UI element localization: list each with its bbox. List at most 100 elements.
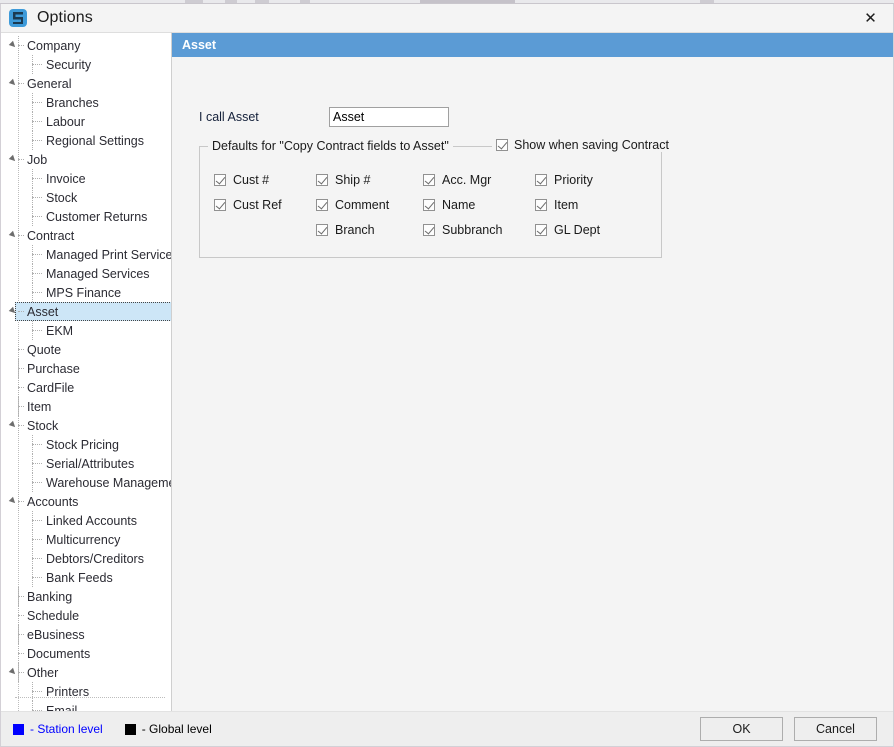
sidebar-item-regional-settings[interactable]: Regional Settings (1, 131, 171, 150)
sidebar-item-schedule[interactable]: Schedule (1, 606, 171, 625)
sidebar-item-documents[interactable]: Documents (1, 644, 171, 663)
sidebar-item-bank-feeds[interactable]: Bank Feeds (1, 568, 171, 587)
sidebar-item-ebusiness[interactable]: eBusiness (1, 625, 171, 644)
group-title: Defaults for "Copy Contract fields to As… (208, 139, 453, 153)
checkbox-cust-ref[interactable]: Cust Ref (214, 192, 316, 217)
sidebar-item-label: Company (27, 39, 81, 53)
sidebar-item-managed-services[interactable]: Managed Services (1, 264, 171, 283)
settings-tree[interactable]: Company Security General Branches Labour Regi… (1, 32, 172, 711)
sidebar-item-accounts[interactable]: Accounts (1, 492, 171, 511)
checkbox-box[interactable] (316, 224, 328, 236)
checkbox-box[interactable] (214, 174, 226, 186)
checkbox-box[interactable] (423, 174, 435, 186)
sidebar-item-item[interactable]: Item (1, 397, 171, 416)
sidebar-item-ekm[interactable]: EKM (1, 321, 171, 340)
tree-connector-dots (18, 311, 24, 312)
checkbox-cust[interactable]: Cust # (214, 167, 316, 192)
sidebar-item-job[interactable]: Job (1, 150, 171, 169)
sidebar-item-other[interactable]: Other (1, 663, 171, 682)
checkbox-subbranch[interactable]: Subbranch (423, 217, 535, 242)
asset-name-input[interactable] (329, 107, 449, 127)
defaults-checkbox-grid: Cust #Ship #Acc. MgrPriority Cust RefComm… (214, 167, 645, 242)
ok-button[interactable]: OK (700, 717, 783, 741)
tree-connector-dots (18, 615, 24, 616)
checkbox-item[interactable]: Item (535, 192, 645, 217)
sidebar-item-label: General (27, 77, 71, 91)
sidebar-item-stock-pricing[interactable]: Stock Pricing (1, 435, 171, 454)
sidebar-item-quote[interactable]: Quote (1, 340, 171, 359)
tree-connector-dots (32, 482, 42, 483)
sidebar-item-banking[interactable]: Banking (1, 587, 171, 606)
sidebar-item-mps-finance[interactable]: MPS Finance (1, 283, 171, 302)
checkbox-box[interactable] (423, 199, 435, 211)
sidebar-item-email[interactable]: Email (1, 701, 171, 711)
expander-triangle-icon[interactable] (9, 79, 17, 87)
checkbox-name[interactable]: Name (423, 192, 535, 217)
sidebar-item-cardfile[interactable]: CardFile (1, 378, 171, 397)
expander-triangle-icon[interactable] (9, 497, 17, 505)
expander-triangle-icon[interactable] (9, 668, 17, 676)
checkbox-box[interactable] (316, 199, 328, 211)
sidebar-item-stock[interactable]: Stock (1, 416, 171, 435)
tree-connector-dots (32, 463, 42, 464)
sidebar-item-managed-print-services[interactable]: Managed Print Services (1, 245, 171, 264)
expander-triangle-icon[interactable] (9, 231, 17, 239)
sidebar-item-label: Branches (46, 96, 99, 110)
expander-triangle-icon[interactable] (9, 421, 17, 429)
checkbox-box[interactable] (316, 174, 328, 186)
checkbox-box[interactable] (535, 174, 547, 186)
expander-triangle-icon[interactable] (9, 307, 17, 315)
sidebar-item-label: Bank Feeds (46, 571, 113, 585)
asset-name-row: I call Asset (199, 107, 449, 127)
checkbox-box[interactable] (496, 139, 508, 151)
tree-connector-dots (32, 121, 42, 122)
sidebar-item-label: Stock Pricing (46, 438, 119, 452)
sidebar-item-label: Regional Settings (46, 134, 144, 148)
expander-triangle-icon[interactable] (9, 41, 17, 49)
tree-connector-dots (32, 330, 42, 331)
sidebar-item-general[interactable]: General (1, 74, 171, 93)
checkbox-gl-dept[interactable]: GL Dept (535, 217, 645, 242)
show-when-saving-contract-checkbox[interactable]: Show when saving Contract (492, 138, 673, 152)
cancel-button[interactable]: Cancel (794, 717, 877, 741)
sidebar-item-stock[interactable]: Stock (1, 188, 171, 207)
sidebar-item-multicurrency[interactable]: Multicurrency (1, 530, 171, 549)
sidebar-item-security[interactable]: Security (1, 55, 171, 74)
tree-connector-dots (32, 254, 42, 255)
sidebar-item-labour[interactable]: Labour (1, 112, 171, 131)
sidebar-item-asset[interactable]: Asset (15, 302, 172, 321)
sidebar-item-label: Multicurrency (46, 533, 120, 547)
tree-connector-dots (18, 387, 24, 388)
sidebar-item-customer-returns[interactable]: Customer Returns (1, 207, 171, 226)
sidebar-item-serial-attributes[interactable]: Serial/Attributes (1, 454, 171, 473)
sidebar-item-warehouse-management[interactable]: Warehouse Management (1, 473, 171, 492)
sidebar-item-printers[interactable]: Printers (1, 682, 171, 701)
checkbox-box[interactable] (535, 199, 547, 211)
sidebar-item-label: Managed Print Services (46, 248, 172, 262)
checkbox-box[interactable] (423, 224, 435, 236)
sidebar-item-branches[interactable]: Branches (1, 93, 171, 112)
sidebar-item-company[interactable]: Company (1, 36, 171, 55)
tree-connector-dots (18, 45, 24, 46)
sidebar-item-debtors-creditors[interactable]: Debtors/Creditors (1, 549, 171, 568)
sidebar-item-linked-accounts[interactable]: Linked Accounts (1, 511, 171, 530)
legend-swatch (125, 724, 136, 735)
expander-triangle-icon[interactable] (9, 155, 17, 163)
sidebar-item-label: Stock (27, 419, 58, 433)
checkbox-box[interactable] (535, 224, 547, 236)
checkbox-box[interactable] (214, 199, 226, 211)
sidebar-item-label: Linked Accounts (46, 514, 137, 528)
checkbox-comment[interactable]: Comment (316, 192, 423, 217)
sidebar-item-contract[interactable]: Contract (1, 226, 171, 245)
sidebar-item-invoice[interactable]: Invoice (1, 169, 171, 188)
close-icon[interactable]: ✕ (848, 4, 893, 32)
checkbox-label: Branch (335, 223, 375, 237)
tree-connector-dots (32, 539, 42, 540)
checkbox-priority[interactable]: Priority (535, 167, 645, 192)
checkbox-acc-mgr[interactable]: Acc. Mgr (423, 167, 535, 192)
checkbox-ship[interactable]: Ship # (316, 167, 423, 192)
sidebar-item-label: Warehouse Management (46, 476, 172, 490)
sidebar-item-purchase[interactable]: Purchase (1, 359, 171, 378)
checkbox-branch[interactable]: Branch (316, 217, 423, 242)
tree-connector-dots (18, 83, 24, 84)
